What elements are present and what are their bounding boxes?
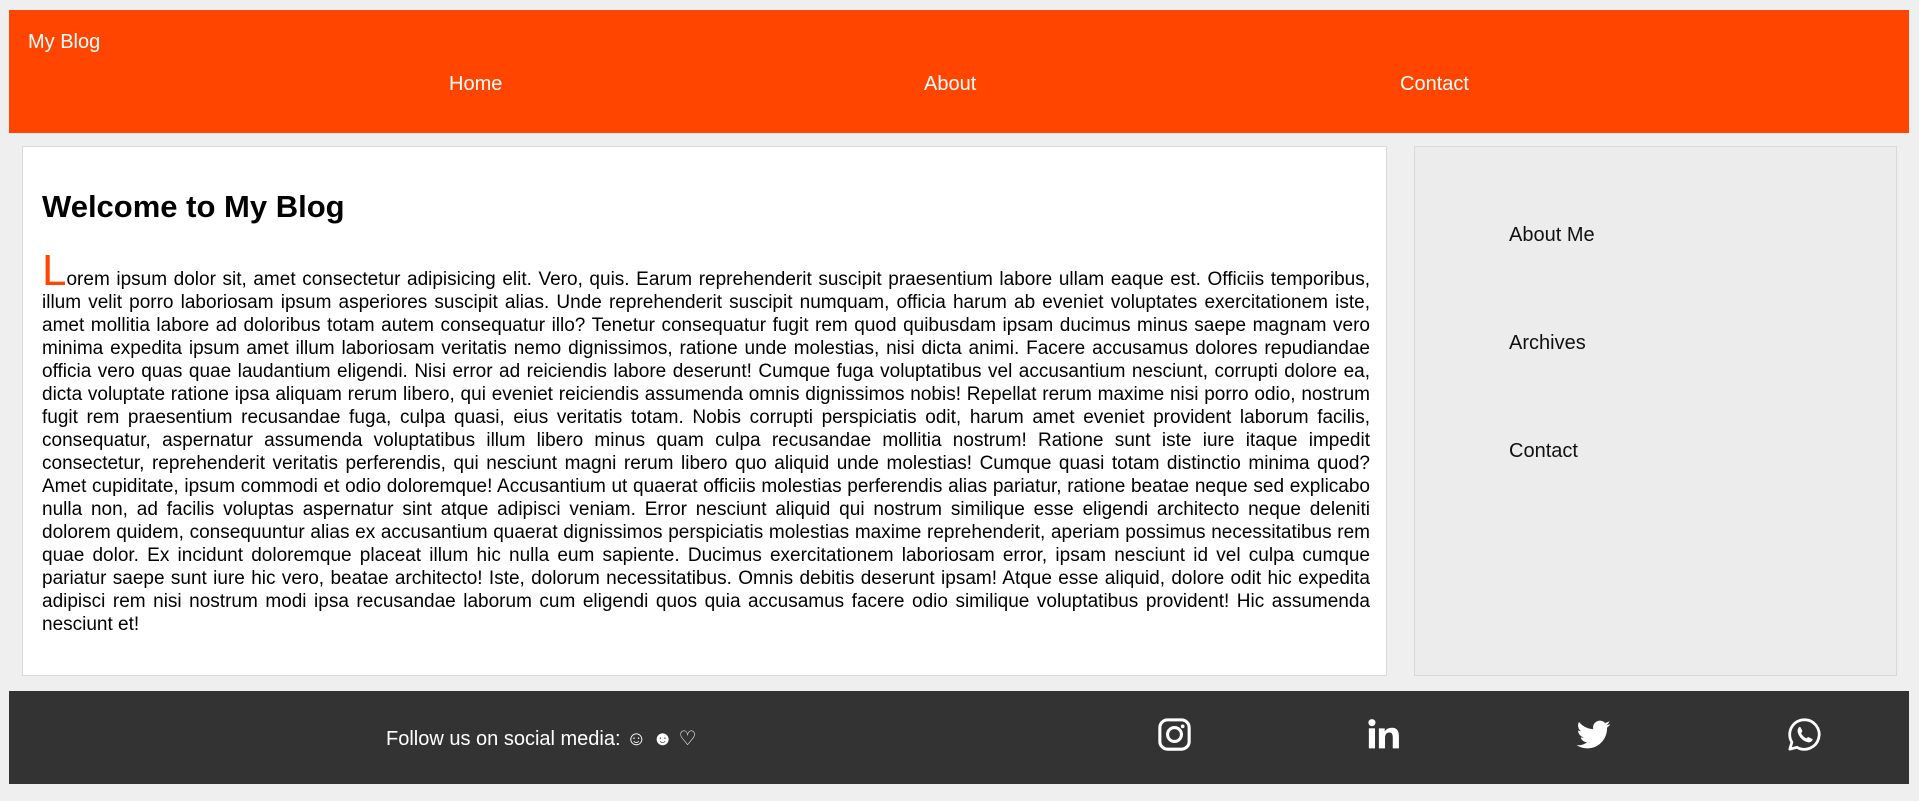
sidebar-item-contact[interactable]: Contact: [1509, 439, 1578, 463]
page-frame: My Blog Home About Contact Welcome to My…: [9, 10, 1909, 784]
site-title: My Blog: [28, 31, 101, 53]
follow-us-text: Follow us on social media: ☺ ☻ ♡: [386, 728, 697, 750]
nav-about-link[interactable]: About: [924, 72, 976, 96]
post-body: Lorem ipsum dolor sit, amet consectetur …: [42, 249, 1370, 636]
instagram-icon[interactable]: [1156, 716, 1193, 753]
sidebar: About Me Archives Contact: [1414, 146, 1897, 676]
drop-cap-letter: L: [42, 246, 67, 295]
site-footer: Follow us on social media: ☺ ☻ ♡: [9, 691, 1909, 784]
post-title: Welcome to My Blog: [42, 189, 345, 224]
whatsapp-icon[interactable]: [1786, 716, 1823, 753]
linkedin-icon[interactable]: [1365, 716, 1402, 753]
nav-home-link[interactable]: Home: [449, 72, 502, 96]
post-body-text: orem ipsum dolor sit, amet consectetur a…: [42, 269, 1370, 635]
twitter-icon[interactable]: [1575, 716, 1612, 753]
sidebar-item-about-me[interactable]: About Me: [1509, 223, 1595, 247]
main-content: Welcome to My Blog Lorem ipsum dolor sit…: [22, 146, 1387, 676]
sidebar-item-archives[interactable]: Archives: [1509, 331, 1586, 355]
site-header: My Blog Home About Contact: [9, 10, 1909, 133]
nav-contact-link[interactable]: Contact: [1400, 72, 1469, 96]
